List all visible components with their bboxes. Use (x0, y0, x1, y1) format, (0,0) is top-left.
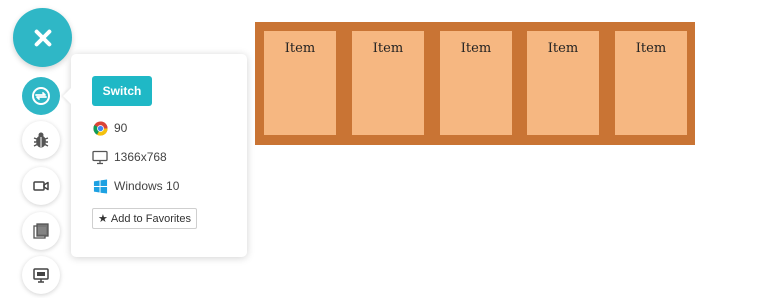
flex-item: Item (352, 31, 424, 135)
record-video-button[interactable] (22, 167, 60, 205)
resolution-text: 1366x768 (114, 150, 167, 164)
gallery-icon (33, 223, 49, 239)
flex-item-label: Item (460, 41, 492, 56)
add-to-favorites-button[interactable]: ★ Add to Favorites (92, 208, 197, 229)
close-toolbar-button[interactable] (13, 8, 72, 67)
desktop-icon (92, 149, 108, 165)
os-text: Windows 10 (114, 179, 180, 193)
switch-browser-button[interactable] (22, 77, 60, 115)
resolution-button[interactable] (22, 256, 60, 294)
add-to-favorites-label: Add to Favorites (110, 212, 191, 225)
flex-item-label: Item (284, 41, 316, 56)
bug-icon (33, 132, 49, 148)
close-icon (32, 27, 54, 49)
windows-icon (92, 178, 108, 194)
flex-item: Item (264, 31, 336, 135)
bug-report-button[interactable] (22, 121, 60, 159)
browser-switch-panel: Switch 90 1366x768 Windows 10 ★ Add to F… (63, 54, 247, 257)
video-icon (33, 181, 49, 191)
panel-arrow (63, 88, 71, 104)
browser-version-row: 90 (92, 120, 127, 136)
switch-button[interactable]: Switch (92, 76, 152, 106)
flex-item: Item (615, 31, 687, 135)
flex-item-label: Item (635, 41, 667, 56)
browser-version-text: 90 (114, 121, 128, 135)
flex-container: Item Item Item Item Item (255, 22, 695, 145)
os-row: Windows 10 (92, 178, 179, 194)
switch-browser-icon (32, 87, 50, 105)
flex-item-label: Item (372, 41, 404, 56)
star-icon: ★ (98, 213, 108, 225)
monitor-icon (33, 268, 49, 283)
chrome-icon (92, 120, 108, 136)
screenshots-gallery-button[interactable] (22, 212, 60, 250)
flex-item: Item (527, 31, 599, 135)
resolution-row: 1366x768 (92, 149, 167, 165)
flex-item: Item (440, 31, 512, 135)
flex-item-label: Item (547, 41, 579, 56)
